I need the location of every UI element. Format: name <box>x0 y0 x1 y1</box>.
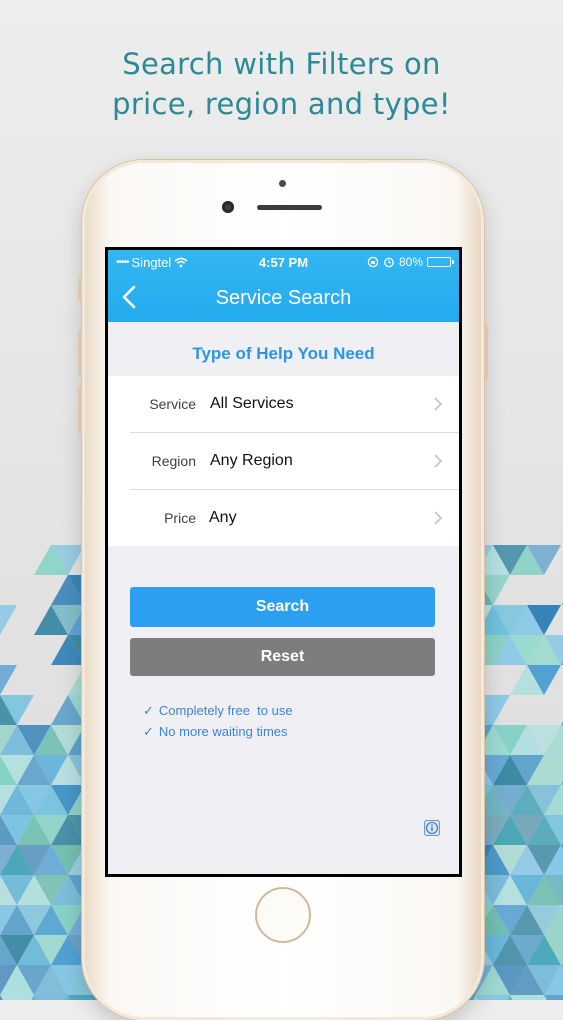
headline-line-1: Search with Filters on <box>122 47 441 81</box>
feature-list: ✓ Completely free to use ✓ No more waiting… <box>143 700 293 742</box>
filter-list: Service All Services Region Any Region P… <box>108 376 459 546</box>
proximity-sensor <box>279 180 286 187</box>
region-filter-row[interactable]: Region Any Region <box>130 433 459 490</box>
chevron-right-icon <box>434 397 443 411</box>
volume-down-button <box>78 388 82 434</box>
check-icon: ✓ <box>143 724 154 739</box>
status-bar: ••••• Singtel 4:57 PM 80% <box>108 250 459 274</box>
filter-label: Price <box>164 510 196 526</box>
search-button[interactable]: Search <box>130 587 435 627</box>
filter-label: Region <box>151 453 196 469</box>
service-filter-row[interactable]: Service All Services <box>130 376 459 433</box>
feature-item: ✓ No more waiting times <box>143 721 293 742</box>
info-icon[interactable] <box>424 820 440 836</box>
bg-triangle <box>0 605 17 635</box>
chevron-right-icon <box>434 511 443 525</box>
feature-text: Completely free to use <box>158 703 293 718</box>
app-screen: ••••• Singtel 4:57 PM 80% Service Search… <box>108 250 459 874</box>
wifi-icon <box>174 257 188 267</box>
earpiece-speaker <box>257 205 322 210</box>
battery-percent: 80% <box>398 255 423 269</box>
check-icon: ✓ <box>143 703 154 718</box>
rotation-lock-icon <box>367 256 379 268</box>
section-heading: Type of Help You Need <box>192 344 375 363</box>
price-filter-row[interactable]: Price Any <box>130 490 459 546</box>
carrier-name: Singtel <box>131 254 172 270</box>
reset-button[interactable]: Reset <box>130 638 435 676</box>
bg-triangle <box>544 995 563 1000</box>
filter-value: Any <box>209 509 237 526</box>
chevron-right-icon <box>434 454 443 468</box>
phone-frame: ••••• Singtel 4:57 PM 80% Service Search… <box>78 160 488 1020</box>
back-chevron-icon <box>122 285 136 309</box>
back-button[interactable] <box>116 282 142 312</box>
bg-triangle <box>510 995 544 1000</box>
signal-dots: ••••• <box>116 256 129 268</box>
bg-triangle <box>34 995 68 1000</box>
bg-triangle <box>476 995 510 1000</box>
filter-value: Any Region <box>210 452 293 469</box>
battery-icon <box>427 257 454 267</box>
bg-triangle <box>0 995 34 1000</box>
filter-label: Service <box>149 396 196 412</box>
promo-headline: Search with Filters on price, region and… <box>0 44 563 124</box>
alarm-icon <box>384 257 394 268</box>
home-button[interactable] <box>255 887 311 943</box>
power-button <box>484 325 488 379</box>
mute-switch <box>78 278 82 300</box>
navigation-bar: ••••• Singtel 4:57 PM 80% Service Search <box>108 250 459 322</box>
headline-line-2: price, region and type! <box>112 87 451 121</box>
volume-up-button <box>78 330 82 376</box>
front-camera <box>222 201 234 213</box>
phone-screen: ••••• Singtel 4:57 PM 80% Service Search… <box>105 247 462 877</box>
filter-value: All Services <box>210 395 294 412</box>
feature-text: No more waiting times <box>158 724 288 739</box>
page-title: Service Search <box>215 286 352 309</box>
bg-triangle <box>0 665 17 695</box>
feature-item: ✓ Completely free to use <box>143 700 293 721</box>
